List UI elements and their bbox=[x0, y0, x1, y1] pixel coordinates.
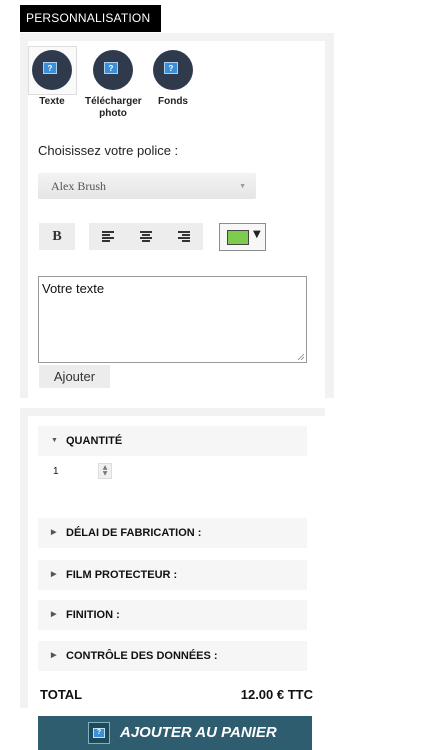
text-align-group bbox=[89, 223, 203, 250]
accordion-controle-donnees[interactable]: ▶ CONTRÔLE DES DONNÉES : bbox=[38, 641, 307, 671]
bold-button[interactable]: B bbox=[39, 223, 75, 250]
caret-right-icon: ▶ bbox=[51, 652, 57, 659]
question-image-icon-glyph: ? bbox=[104, 62, 118, 74]
align-left-icon[interactable] bbox=[102, 230, 114, 242]
accordion-quantity[interactable]: ▼ QUANTITÉ bbox=[38, 426, 307, 456]
tool-upload-photo-button[interactable]: ? Télécharger photo bbox=[85, 48, 142, 120]
caret-right-icon: ▶ bbox=[51, 571, 57, 578]
align-right-icon[interactable] bbox=[178, 230, 190, 242]
accordion-finition[interactable]: ▶ FINITION : bbox=[38, 600, 307, 630]
font-choice-label: Choisissez votre police : bbox=[38, 143, 179, 158]
custom-text-value: Votre texte bbox=[42, 281, 105, 296]
total-price: 12.00 € TTC bbox=[240, 687, 313, 702]
quantity-value: 1 bbox=[53, 466, 59, 477]
tool-backgrounds-button[interactable]: ? Fonds bbox=[149, 48, 197, 107]
add-text-button[interactable]: Ajouter bbox=[39, 365, 110, 388]
caret-down-icon: ▼ bbox=[51, 437, 58, 444]
accordion-label: FINITION : bbox=[66, 609, 120, 621]
accordion-quantity-label: QUANTITÉ bbox=[66, 435, 123, 447]
accordion-label: DÉLAI DE FABRICATION : bbox=[66, 527, 202, 539]
quantity-stepper[interactable]: ▲ ▼ bbox=[98, 463, 112, 479]
total-label: TOTAL bbox=[40, 687, 83, 702]
add-to-cart-label: AJOUTER AU PANIER bbox=[120, 724, 277, 741]
accordion-film-protecteur[interactable]: ▶ FILM PROTECTEUR : bbox=[38, 560, 307, 590]
personalisation-tab[interactable]: PERSONNALISATION bbox=[20, 5, 161, 32]
font-select-value: Alex Brush bbox=[51, 179, 106, 193]
accordion-label: FILM PROTECTEUR : bbox=[66, 569, 178, 581]
tool-backgrounds-label: Fonds bbox=[158, 96, 188, 107]
custom-text-input[interactable]: Votre texte bbox=[38, 276, 307, 363]
caret-right-icon: ▶ bbox=[51, 529, 57, 536]
accordion-label: CONTRÔLE DES DONNÉES : bbox=[66, 650, 218, 662]
text-color-picker[interactable]: ▼ bbox=[219, 223, 266, 251]
question-image-icon-glyph: ? bbox=[43, 62, 57, 74]
accordion-delai-fabrication[interactable]: ▶ DÉLAI DE FABRICATION : bbox=[38, 518, 307, 548]
color-swatch bbox=[227, 230, 249, 245]
resize-grip-icon[interactable] bbox=[297, 353, 304, 360]
question-image-icon-glyph: ? bbox=[164, 62, 178, 74]
caret-down-icon: ▼ bbox=[253, 229, 261, 240]
question-image-icon: ? bbox=[88, 722, 110, 744]
caret-right-icon: ▶ bbox=[51, 611, 57, 618]
add-to-cart-button[interactable]: ? AJOUTER AU PANIER bbox=[38, 716, 312, 750]
font-select[interactable]: Alex Brush ▼ bbox=[38, 173, 256, 199]
tool-text-button[interactable]: ? Texte bbox=[28, 48, 76, 107]
chevron-down-icon: ▼ bbox=[239, 182, 246, 190]
tool-text-label: Texte bbox=[39, 96, 65, 107]
align-center-icon[interactable] bbox=[140, 230, 152, 242]
tool-upload-photo-label: Télécharger photo bbox=[85, 96, 142, 119]
question-image-icon-glyph: ? bbox=[93, 728, 105, 738]
